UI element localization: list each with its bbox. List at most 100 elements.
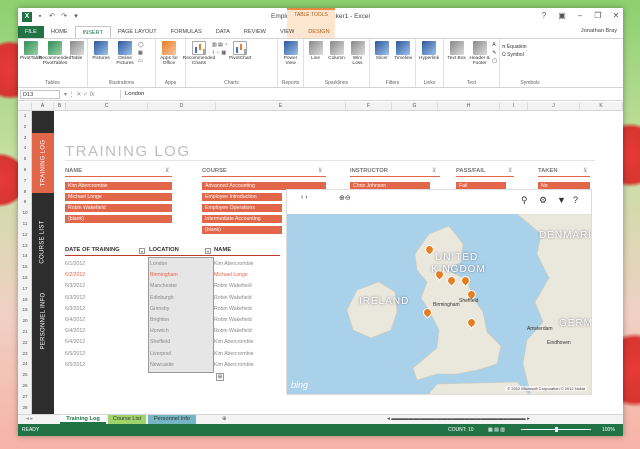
- sidebar-tab-personnel-info[interactable]: PERSONNEL INFO: [32, 281, 54, 361]
- row-header[interactable]: 18: [18, 297, 32, 302]
- ribbon-display-icon[interactable]: ▣: [557, 11, 567, 20]
- table-cell-location[interactable]: Manchester: [150, 282, 177, 291]
- sheet-tab-course-list[interactable]: Course List: [108, 415, 146, 424]
- tab-file[interactable]: FILE: [18, 26, 44, 38]
- column-header[interactable]: D: [148, 102, 216, 111]
- table-cell-location[interactable]: Newcastle: [150, 361, 174, 370]
- sidebar-tab-training-log[interactable]: TRAINING LOG: [32, 133, 54, 193]
- table-cell-name[interactable]: Robin Wakefield: [214, 305, 252, 314]
- table-cell-location[interactable]: Birmingham: [150, 271, 178, 280]
- clear-filter-icon[interactable]: ⊻: [318, 167, 322, 174]
- map-filter-icon[interactable]: ▼: [557, 195, 566, 205]
- table-cell-name[interactable]: Robin Wakefield: [214, 316, 252, 325]
- table-cell-date[interactable]: 6/4/2012: [65, 327, 85, 336]
- table-cell-location[interactable]: Brighton: [150, 316, 169, 325]
- clear-filter-icon[interactable]: ⊻: [165, 167, 169, 174]
- row-header[interactable]: 15: [18, 264, 32, 269]
- column-header[interactable]: F: [346, 102, 392, 111]
- row-header[interactable]: 26: [18, 383, 32, 388]
- slicer-item[interactable]: Intermediate Accounting: [202, 215, 282, 223]
- row-header[interactable]: 5: [18, 156, 32, 161]
- row-header[interactable]: 19: [18, 307, 32, 312]
- tab-data[interactable]: DATA: [209, 26, 237, 38]
- row-header[interactable]: 17: [18, 286, 32, 291]
- name-box[interactable]: D13: [20, 90, 60, 99]
- minimize-icon[interactable]: –: [575, 11, 585, 20]
- clear-filter-icon[interactable]: ⊻: [508, 167, 512, 174]
- clear-filter-icon[interactable]: ⊻: [432, 167, 436, 174]
- tab-review[interactable]: REVIEW: [237, 26, 273, 38]
- restore-icon[interactable]: ❐: [593, 11, 603, 20]
- column-header[interactable]: J: [528, 102, 580, 111]
- slicer-item[interactable]: (blank): [202, 226, 282, 234]
- table-cell-date[interactable]: 6/5/2012: [65, 361, 85, 370]
- table-cell-name[interactable]: Robin Wakefield: [214, 282, 252, 291]
- map-zoom-icon[interactable]: ⊕⊖: [339, 194, 351, 202]
- column-header[interactable]: B: [54, 102, 66, 111]
- sidebar-tab-course-list[interactable]: COURSE LIST: [32, 207, 54, 277]
- sheet-nav-arrows-icon[interactable]: ◂ ▸: [22, 415, 37, 424]
- slicer-item[interactable]: Kim Abercrombie: [65, 182, 172, 190]
- column-header[interactable]: A: [32, 102, 54, 111]
- slicer-item[interactable]: Michael Longe: [65, 193, 172, 201]
- table-cell-date[interactable]: 6/3/2012: [65, 305, 85, 314]
- table-cell-name[interactable]: Kim Abercrombie: [214, 350, 254, 359]
- row-header[interactable]: 12: [18, 232, 32, 237]
- table-cell-date[interactable]: 6/3/2012: [65, 294, 85, 303]
- table-cell-name[interactable]: Kim Abercrombie: [214, 338, 254, 347]
- column-header[interactable]: H: [438, 102, 500, 111]
- map-help-icon[interactable]: ?: [573, 195, 578, 205]
- row-header[interactable]: 27: [18, 394, 32, 399]
- select-all-corner[interactable]: [18, 102, 32, 111]
- row-header[interactable]: 23: [18, 351, 32, 356]
- table-cell-date[interactable]: 6/4/2012: [65, 338, 85, 347]
- tab-formulas[interactable]: FORMULAS: [164, 26, 209, 38]
- column-header[interactable]: K: [580, 102, 623, 111]
- table-cell-date[interactable]: 6/5/2012: [65, 350, 85, 359]
- sheet-tab-personnel-info[interactable]: Personnel Info: [148, 415, 196, 424]
- row-header[interactable]: 20: [18, 318, 32, 323]
- column-header[interactable]: E: [216, 102, 346, 111]
- row-header[interactable]: 21: [18, 329, 32, 334]
- clear-filter-icon[interactable]: ⊻: [583, 167, 587, 174]
- worksheet[interactable]: TRAINING LOG COURSE LIST PERSONNEL INFO …: [32, 111, 623, 414]
- tab-home[interactable]: HOME: [44, 26, 75, 38]
- column-header[interactable]: G: [392, 102, 438, 111]
- table-cell-date[interactable]: 6/2/2012: [65, 271, 85, 280]
- tab-design[interactable]: DESIGN: [301, 26, 336, 38]
- formula-input[interactable]: London: [120, 90, 623, 99]
- row-header[interactable]: 6: [18, 167, 32, 172]
- table-cell-location[interactable]: London: [150, 260, 167, 269]
- row-header[interactable]: 4: [18, 145, 32, 150]
- column-header[interactable]: C: [66, 102, 148, 111]
- row-header[interactable]: 13: [18, 243, 32, 248]
- tab-page-layout[interactable]: PAGE LAYOUT: [111, 26, 164, 38]
- table-cell-location[interactable]: Edinburgh: [150, 294, 174, 303]
- row-header[interactable]: 2: [18, 124, 32, 129]
- row-header[interactable]: 1: [18, 113, 32, 118]
- slicer-item[interactable]: Employee Operations: [202, 204, 282, 212]
- row-header[interactable]: 25: [18, 372, 32, 377]
- filter-dropdown-icon[interactable]: ▾: [139, 248, 145, 254]
- table-cell-location[interactable]: Liverpool: [150, 350, 171, 359]
- table-cell-name[interactable]: Kim Abercrombie: [214, 361, 254, 370]
- column-header[interactable]: I: [500, 102, 528, 111]
- power-map-view[interactable]: ‹ › ⊕⊖ ⚲ ⚙ ▼ ? UNITED KINGDOM IRELAND DE…: [286, 189, 592, 395]
- horizontal-scrollbar[interactable]: ◂ ▬▬▬▬▬▬▬▬▬▬▬▬▬▬▬▬▬▬▬▬▬▬▬▬ ▸: [383, 415, 534, 424]
- table-cell-date[interactable]: 6/3/2012: [65, 282, 85, 291]
- slicer-item[interactable]: Robin Wakefield: [65, 204, 172, 212]
- table-cell-date[interactable]: 6/1/2012: [65, 260, 85, 269]
- symbol-button[interactable]: Ω Symbol: [502, 51, 527, 59]
- row-header[interactable]: 9: [18, 199, 32, 204]
- zoom-slider-thumb[interactable]: [555, 427, 558, 432]
- view-buttons[interactable]: ▦ ▤ ▥: [488, 424, 505, 436]
- slicer-item[interactable]: (blank): [65, 215, 172, 223]
- help-icon[interactable]: ?: [539, 11, 549, 20]
- table-cell-location[interactable]: Horwich: [150, 327, 169, 336]
- map-settings-icon[interactable]: ⚙: [539, 195, 547, 206]
- row-header[interactable]: 3: [18, 135, 32, 140]
- table-cell-location[interactable]: Grimsby: [150, 305, 169, 314]
- row-header[interactable]: 16: [18, 275, 32, 280]
- map-nav-arrows-icon[interactable]: ‹ ›: [301, 194, 308, 201]
- zoom-level[interactable]: 100%: [602, 424, 615, 436]
